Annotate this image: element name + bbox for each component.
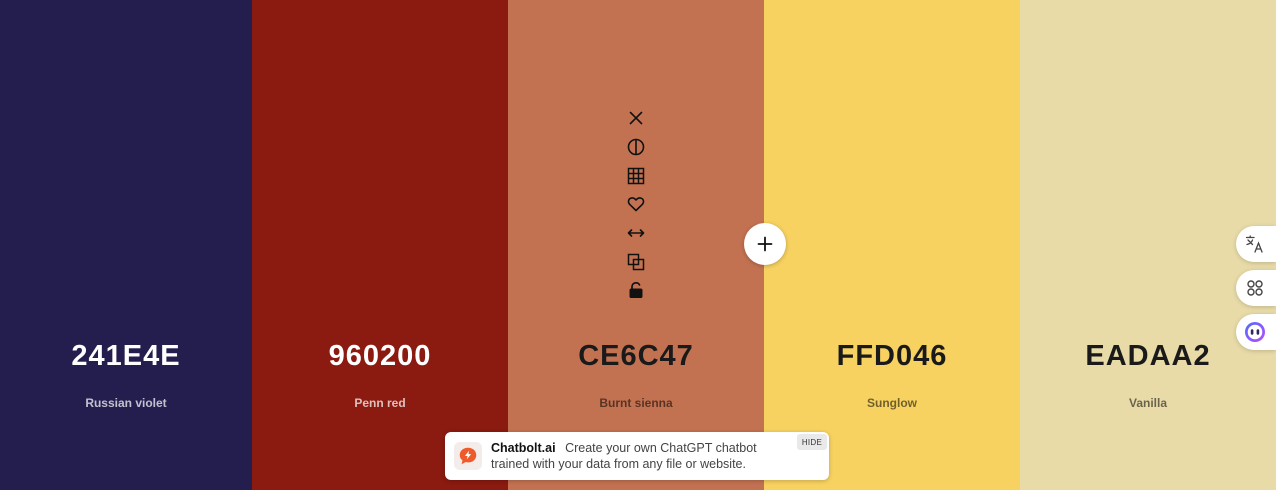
swatch-color-name[interactable]: Russian violet <box>0 396 252 410</box>
translate-icon <box>1245 235 1263 253</box>
assistant-button[interactable] <box>1236 314 1276 350</box>
ad-hide-button[interactable]: HIDE <box>797 434 827 450</box>
apps-icon <box>1247 280 1263 296</box>
contrast-icon[interactable] <box>623 133 649 162</box>
swatch-color-name[interactable]: Burnt sienna <box>508 396 764 410</box>
ad-banner[interactable]: Chatbolt.ai Create your own ChatGPT chat… <box>445 432 829 480</box>
grid-icon[interactable] <box>623 161 649 190</box>
chatbolt-logo-icon <box>454 442 482 470</box>
swatch-color-name[interactable]: Vanilla <box>1020 396 1276 410</box>
drag-icon[interactable] <box>623 219 649 248</box>
copy-icon[interactable] <box>623 247 649 276</box>
ad-text-line2: trained with your data from any file or … <box>491 457 746 471</box>
swatch-toolbar <box>622 104 650 305</box>
swatch-1[interactable]: 241E4E Russian violet <box>0 0 252 490</box>
ad-brand[interactable]: Chatbolt.ai <box>491 441 556 455</box>
swatch-color-name[interactable]: Penn red <box>252 396 508 410</box>
ad-text-line1: Create your own ChatGPT chatbot <box>565 441 757 455</box>
translate-button[interactable] <box>1236 226 1276 262</box>
ad-text: Chatbolt.ai Create your own ChatGPT chat… <box>491 440 791 472</box>
swatch-hex[interactable]: 960200 <box>252 340 508 373</box>
plus-icon <box>757 236 773 252</box>
close-icon[interactable] <box>623 104 649 133</box>
apps-button[interactable] <box>1236 270 1276 306</box>
add-color-button[interactable] <box>744 223 786 265</box>
swatch-3[interactable]: CE6C47 Burnt sienna <box>508 0 764 490</box>
lock-icon[interactable] <box>623 276 649 305</box>
swatch-2[interactable]: 960200 Penn red <box>252 0 508 490</box>
color-palette: 241E4E Russian violet 960200 Penn red CE… <box>0 0 1276 490</box>
assistant-icon <box>1245 322 1265 342</box>
swatch-hex[interactable]: CE6C47 <box>508 340 764 373</box>
heart-icon[interactable] <box>623 190 649 219</box>
swatch-4[interactable]: FFD046 Sunglow <box>764 0 1020 490</box>
swatch-hex[interactable]: 241E4E <box>0 340 252 373</box>
side-widgets <box>1236 226 1276 358</box>
swatch-color-name[interactable]: Sunglow <box>764 396 1020 410</box>
swatch-hex[interactable]: FFD046 <box>764 340 1020 373</box>
